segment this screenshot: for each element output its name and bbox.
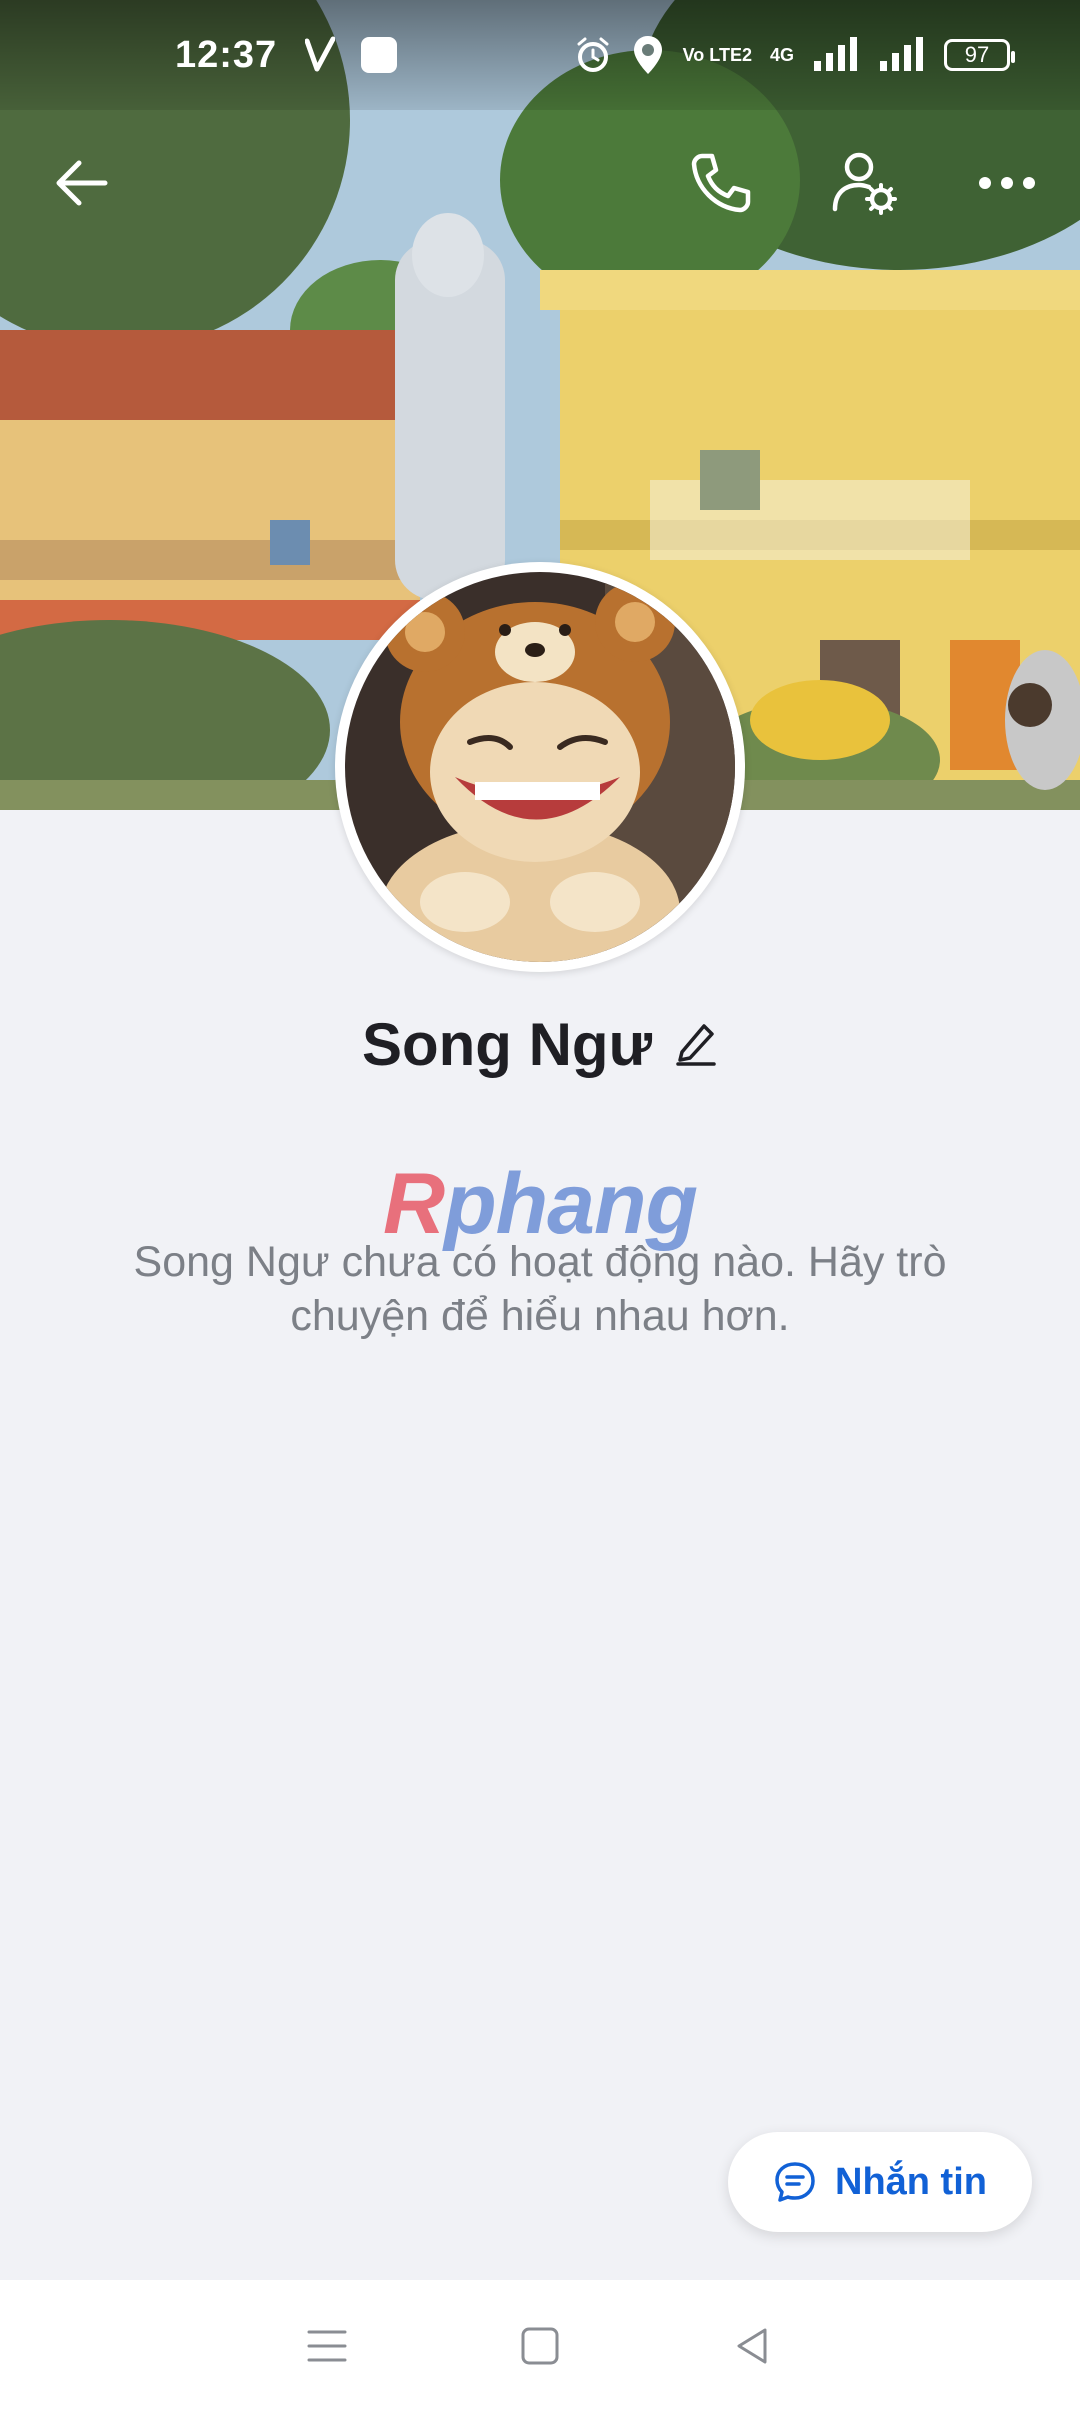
user-settings-button[interactable] [810, 128, 920, 238]
carrier-v-icon [305, 36, 336, 72]
message-button-label: Nhắn tin [835, 2160, 987, 2203]
home-square-icon [521, 2327, 559, 2365]
signal-strength-icon-1 [814, 37, 857, 71]
status-left-icons [305, 35, 398, 75]
profile-screen: 12:37 Vo LTE2 4G 97 Song Ngư Rphang Song… [0, 0, 1080, 2412]
menu-lines-icon [307, 2330, 347, 2362]
profile-name: Song Ngư [361, 1011, 653, 1078]
back-button[interactable] [28, 128, 138, 238]
location-icon [633, 36, 662, 74]
chat-bubble-icon [775, 2162, 815, 2202]
app-notification-icon [361, 37, 398, 73]
profile-name-row: Song Ngư [0, 1010, 1080, 1079]
cat-in-bear-hat-image [345, 572, 735, 962]
call-button[interactable] [666, 128, 776, 238]
system-navigation-bar [0, 2280, 1080, 2412]
recent-apps-button[interactable] [282, 2301, 372, 2391]
alarm-icon [577, 37, 609, 72]
pencil-icon [676, 1024, 716, 1066]
arrow-left-icon [56, 160, 108, 206]
user-settings-icon [832, 152, 897, 215]
message-button[interactable]: Nhắn tin [728, 2132, 1032, 2232]
more-horizontal-icon [979, 177, 1035, 189]
volte-label: Vo LTE2 [682, 45, 752, 65]
status-right-icons: Vo LTE2 4G 97 [573, 34, 1015, 76]
empty-activity-message: Song Ngư chưa có hoạt động nào. Hãy trò … [133, 1238, 947, 1340]
avatar[interactable] [335, 562, 745, 972]
avatar-image [345, 572, 735, 962]
phone-icon [691, 153, 751, 213]
home-button[interactable] [495, 2301, 585, 2391]
back-triangle-icon [737, 2328, 767, 2364]
battery-level: 97 [964, 42, 990, 67]
signal-strength-icon-2 [880, 37, 923, 71]
status-time: 12:37 [175, 33, 278, 76]
back-system-button[interactable] [708, 2301, 798, 2391]
status-bar: 12:37 Vo LTE2 4G 97 [0, 0, 1080, 110]
battery-icon: 97 [944, 39, 1015, 71]
more-button[interactable] [952, 128, 1062, 238]
network-label: 4G [769, 45, 794, 65]
edit-name-button[interactable] [674, 1018, 718, 1071]
